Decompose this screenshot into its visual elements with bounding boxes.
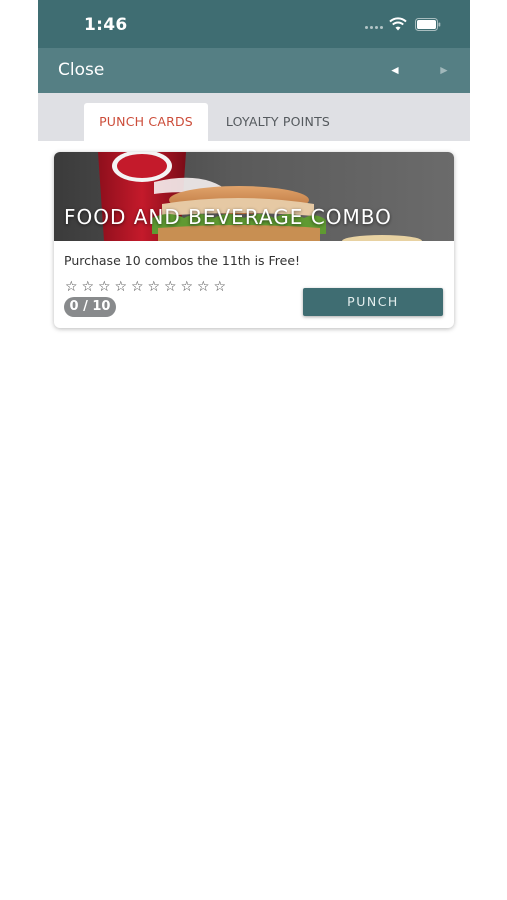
star-icon: ☆	[213, 279, 227, 295]
punch-stars: ☆ ☆ ☆ ☆ ☆ ☆ ☆ ☆ ☆ ☆	[64, 279, 227, 295]
star-icon: ☆	[97, 279, 111, 295]
next-arrow-icon[interactable]: ►	[438, 63, 450, 77]
star-icon: ☆	[147, 279, 161, 295]
star-icon: ☆	[130, 279, 144, 295]
tab-bar: PUNCH CARDS LOYALTY POINTS	[38, 93, 470, 141]
tab-loyalty-points[interactable]: LOYALTY POINTS	[216, 103, 340, 141]
close-button[interactable]: Close	[58, 60, 104, 80]
star-icon: ☆	[196, 279, 210, 295]
star-icon: ☆	[81, 279, 95, 295]
app-screen: 1:46 Close ◄ ► PUNCH CARDS LOYALTY POINT…	[38, 0, 470, 900]
star-icon: ☆	[64, 279, 78, 295]
status-time: 1:46	[84, 15, 128, 35]
status-bar: 1:46	[38, 0, 470, 48]
cellular-signal-icon	[365, 26, 385, 30]
battery-icon	[415, 18, 441, 31]
punch-card: FOOD AND BEVERAGE COMBO Purchase 10 comb…	[54, 152, 454, 328]
previous-arrow-icon[interactable]: ◄	[389, 63, 401, 77]
combo-meal-image: FOOD AND BEVERAGE COMBO	[54, 152, 454, 241]
star-icon: ☆	[163, 279, 177, 295]
tab-punch-cards[interactable]: PUNCH CARDS	[84, 103, 208, 141]
navigation-bar: Close ◄ ►	[38, 48, 470, 93]
card-title: FOOD AND BEVERAGE COMBO	[64, 205, 392, 229]
punch-button[interactable]: PUNCH	[303, 288, 443, 316]
punch-progress-badge: 0 / 10	[64, 297, 116, 317]
card-description: Purchase 10 combos the 11th is Free!	[64, 253, 301, 268]
wifi-icon	[389, 17, 407, 31]
star-icon: ☆	[180, 279, 194, 295]
star-icon: ☆	[114, 279, 128, 295]
